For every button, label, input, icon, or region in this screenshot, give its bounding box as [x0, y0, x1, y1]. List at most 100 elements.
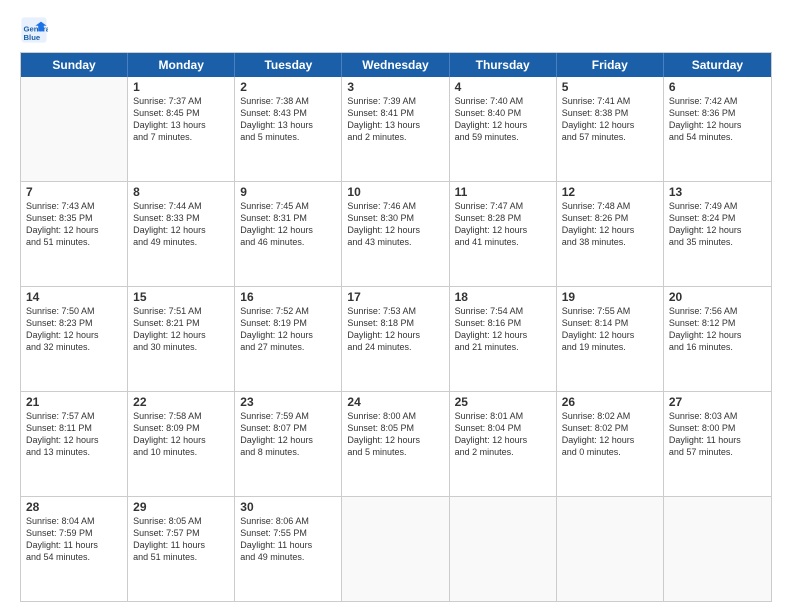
cal-cell-2-0: 14Sunrise: 7:50 AM Sunset: 8:23 PM Dayli… [21, 287, 128, 391]
cal-cell-2-3: 17Sunrise: 7:53 AM Sunset: 8:18 PM Dayli… [342, 287, 449, 391]
cal-cell-2-2: 16Sunrise: 7:52 AM Sunset: 8:19 PM Dayli… [235, 287, 342, 391]
cal-cell-4-1: 29Sunrise: 8:05 AM Sunset: 7:57 PM Dayli… [128, 497, 235, 601]
day-number: 8 [133, 185, 229, 199]
day-info: Sunrise: 7:38 AM Sunset: 8:43 PM Dayligh… [240, 95, 336, 144]
day-info: Sunrise: 7:44 AM Sunset: 8:33 PM Dayligh… [133, 200, 229, 249]
day-number: 15 [133, 290, 229, 304]
week-row-4: 21Sunrise: 7:57 AM Sunset: 8:11 PM Dayli… [21, 391, 771, 496]
logo: General Blue [20, 16, 52, 44]
cal-cell-3-5: 26Sunrise: 8:02 AM Sunset: 8:02 PM Dayli… [557, 392, 664, 496]
header-saturday: Saturday [664, 53, 771, 77]
cal-cell-4-0: 28Sunrise: 8:04 AM Sunset: 7:59 PM Dayli… [21, 497, 128, 601]
cal-cell-4-3 [342, 497, 449, 601]
header-friday: Friday [557, 53, 664, 77]
day-number: 22 [133, 395, 229, 409]
day-number: 2 [240, 80, 336, 94]
day-number: 28 [26, 500, 122, 514]
day-number: 6 [669, 80, 766, 94]
cal-cell-0-5: 5Sunrise: 7:41 AM Sunset: 8:38 PM Daylig… [557, 77, 664, 181]
day-number: 7 [26, 185, 122, 199]
cal-cell-1-3: 10Sunrise: 7:46 AM Sunset: 8:30 PM Dayli… [342, 182, 449, 286]
cal-cell-0-6: 6Sunrise: 7:42 AM Sunset: 8:36 PM Daylig… [664, 77, 771, 181]
day-info: Sunrise: 8:00 AM Sunset: 8:05 PM Dayligh… [347, 410, 443, 459]
cal-cell-0-1: 1Sunrise: 7:37 AM Sunset: 8:45 PM Daylig… [128, 77, 235, 181]
header-sunday: Sunday [21, 53, 128, 77]
day-info: Sunrise: 7:57 AM Sunset: 8:11 PM Dayligh… [26, 410, 122, 459]
day-info: Sunrise: 7:46 AM Sunset: 8:30 PM Dayligh… [347, 200, 443, 249]
day-number: 10 [347, 185, 443, 199]
cal-cell-0-4: 4Sunrise: 7:40 AM Sunset: 8:40 PM Daylig… [450, 77, 557, 181]
calendar-header: Sunday Monday Tuesday Wednesday Thursday… [21, 53, 771, 77]
day-info: Sunrise: 7:37 AM Sunset: 8:45 PM Dayligh… [133, 95, 229, 144]
day-number: 18 [455, 290, 551, 304]
calendar-body: 1Sunrise: 7:37 AM Sunset: 8:45 PM Daylig… [21, 77, 771, 601]
day-info: Sunrise: 7:53 AM Sunset: 8:18 PM Dayligh… [347, 305, 443, 354]
day-info: Sunrise: 7:42 AM Sunset: 8:36 PM Dayligh… [669, 95, 766, 144]
day-number: 17 [347, 290, 443, 304]
cal-cell-2-4: 18Sunrise: 7:54 AM Sunset: 8:16 PM Dayli… [450, 287, 557, 391]
day-info: Sunrise: 7:40 AM Sunset: 8:40 PM Dayligh… [455, 95, 551, 144]
day-number: 24 [347, 395, 443, 409]
day-info: Sunrise: 8:01 AM Sunset: 8:04 PM Dayligh… [455, 410, 551, 459]
day-number: 21 [26, 395, 122, 409]
day-info: Sunrise: 8:05 AM Sunset: 7:57 PM Dayligh… [133, 515, 229, 564]
day-number: 3 [347, 80, 443, 94]
day-info: Sunrise: 7:55 AM Sunset: 8:14 PM Dayligh… [562, 305, 658, 354]
day-info: Sunrise: 8:04 AM Sunset: 7:59 PM Dayligh… [26, 515, 122, 564]
cal-cell-4-5 [557, 497, 664, 601]
cal-cell-2-5: 19Sunrise: 7:55 AM Sunset: 8:14 PM Dayli… [557, 287, 664, 391]
day-info: Sunrise: 7:54 AM Sunset: 8:16 PM Dayligh… [455, 305, 551, 354]
day-info: Sunrise: 7:50 AM Sunset: 8:23 PM Dayligh… [26, 305, 122, 354]
cal-cell-0-0 [21, 77, 128, 181]
day-number: 1 [133, 80, 229, 94]
cal-cell-2-6: 20Sunrise: 7:56 AM Sunset: 8:12 PM Dayli… [664, 287, 771, 391]
day-number: 11 [455, 185, 551, 199]
week-row-1: 1Sunrise: 7:37 AM Sunset: 8:45 PM Daylig… [21, 77, 771, 181]
day-number: 5 [562, 80, 658, 94]
cal-cell-4-2: 30Sunrise: 8:06 AM Sunset: 7:55 PM Dayli… [235, 497, 342, 601]
day-number: 30 [240, 500, 336, 514]
day-info: Sunrise: 7:58 AM Sunset: 8:09 PM Dayligh… [133, 410, 229, 459]
day-info: Sunrise: 7:47 AM Sunset: 8:28 PM Dayligh… [455, 200, 551, 249]
day-info: Sunrise: 7:45 AM Sunset: 8:31 PM Dayligh… [240, 200, 336, 249]
cal-cell-1-2: 9Sunrise: 7:45 AM Sunset: 8:31 PM Daylig… [235, 182, 342, 286]
page-header: General Blue [20, 16, 772, 44]
day-info: Sunrise: 7:49 AM Sunset: 8:24 PM Dayligh… [669, 200, 766, 249]
day-number: 23 [240, 395, 336, 409]
cal-cell-3-2: 23Sunrise: 7:59 AM Sunset: 8:07 PM Dayli… [235, 392, 342, 496]
day-info: Sunrise: 8:06 AM Sunset: 7:55 PM Dayligh… [240, 515, 336, 564]
day-number: 14 [26, 290, 122, 304]
cal-cell-1-5: 12Sunrise: 7:48 AM Sunset: 8:26 PM Dayli… [557, 182, 664, 286]
cal-cell-3-4: 25Sunrise: 8:01 AM Sunset: 8:04 PM Dayli… [450, 392, 557, 496]
day-number: 16 [240, 290, 336, 304]
header-monday: Monday [128, 53, 235, 77]
week-row-3: 14Sunrise: 7:50 AM Sunset: 8:23 PM Dayli… [21, 286, 771, 391]
cal-cell-4-4 [450, 497, 557, 601]
week-row-2: 7Sunrise: 7:43 AM Sunset: 8:35 PM Daylig… [21, 181, 771, 286]
day-number: 29 [133, 500, 229, 514]
day-number: 4 [455, 80, 551, 94]
cal-cell-0-2: 2Sunrise: 7:38 AM Sunset: 8:43 PM Daylig… [235, 77, 342, 181]
day-info: Sunrise: 8:02 AM Sunset: 8:02 PM Dayligh… [562, 410, 658, 459]
header-thursday: Thursday [450, 53, 557, 77]
day-number: 9 [240, 185, 336, 199]
day-info: Sunrise: 7:51 AM Sunset: 8:21 PM Dayligh… [133, 305, 229, 354]
day-number: 25 [455, 395, 551, 409]
day-info: Sunrise: 7:48 AM Sunset: 8:26 PM Dayligh… [562, 200, 658, 249]
day-info: Sunrise: 7:43 AM Sunset: 8:35 PM Dayligh… [26, 200, 122, 249]
day-info: Sunrise: 7:59 AM Sunset: 8:07 PM Dayligh… [240, 410, 336, 459]
day-number: 12 [562, 185, 658, 199]
day-number: 26 [562, 395, 658, 409]
cal-cell-1-0: 7Sunrise: 7:43 AM Sunset: 8:35 PM Daylig… [21, 182, 128, 286]
day-number: 19 [562, 290, 658, 304]
calendar: Sunday Monday Tuesday Wednesday Thursday… [20, 52, 772, 602]
day-info: Sunrise: 7:56 AM Sunset: 8:12 PM Dayligh… [669, 305, 766, 354]
day-number: 20 [669, 290, 766, 304]
day-number: 13 [669, 185, 766, 199]
cal-cell-3-3: 24Sunrise: 8:00 AM Sunset: 8:05 PM Dayli… [342, 392, 449, 496]
day-info: Sunrise: 7:39 AM Sunset: 8:41 PM Dayligh… [347, 95, 443, 144]
cal-cell-1-6: 13Sunrise: 7:49 AM Sunset: 8:24 PM Dayli… [664, 182, 771, 286]
day-info: Sunrise: 8:03 AM Sunset: 8:00 PM Dayligh… [669, 410, 766, 459]
day-number: 27 [669, 395, 766, 409]
cal-cell-3-6: 27Sunrise: 8:03 AM Sunset: 8:00 PM Dayli… [664, 392, 771, 496]
